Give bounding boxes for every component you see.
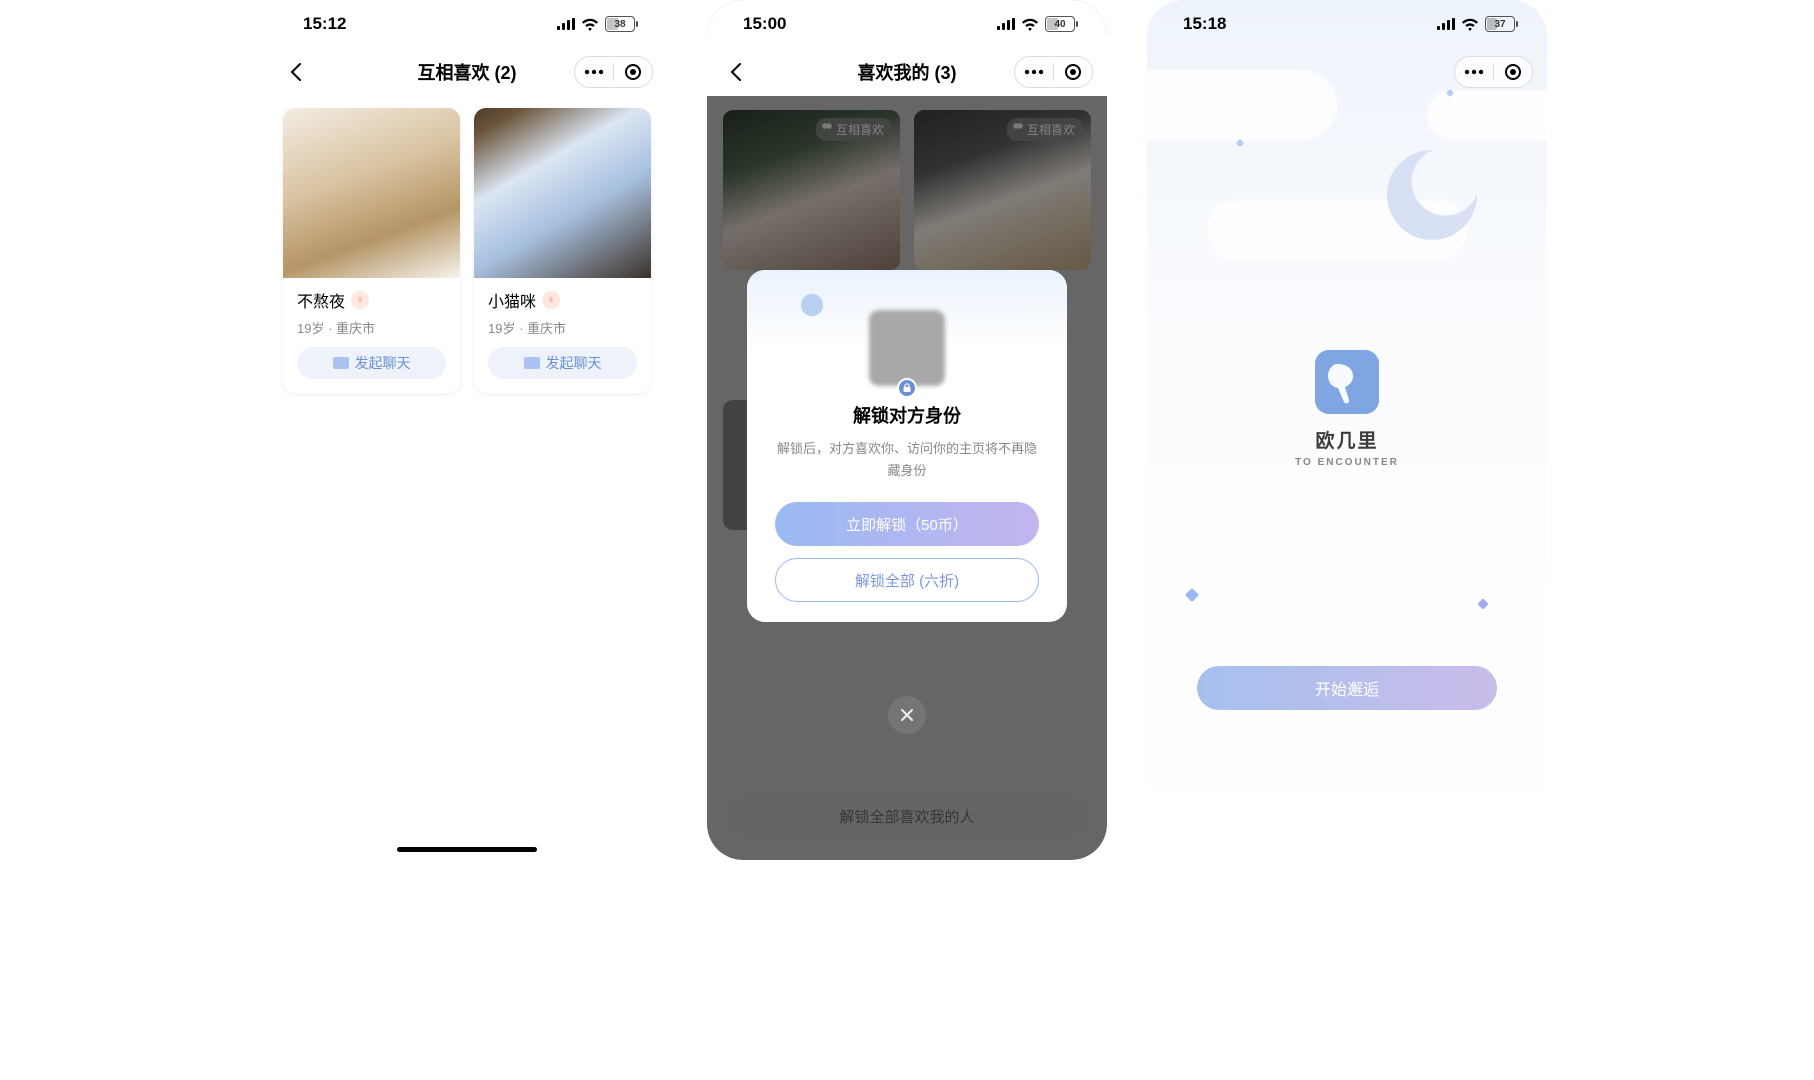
- lock-icon: [897, 378, 917, 398]
- mini-program-actions: [1454, 56, 1533, 88]
- chat-icon: [524, 357, 540, 369]
- battery-icon: 37: [1485, 16, 1515, 32]
- user-name: 小猫咪: [488, 288, 536, 312]
- close-miniprogram-button[interactable]: [1494, 57, 1532, 87]
- modal-title: 解锁对方身份: [747, 402, 1067, 428]
- battery-icon: 38: [605, 16, 635, 32]
- close-miniprogram-button[interactable]: [614, 57, 652, 87]
- start-label: 开始邂逅: [1315, 676, 1379, 700]
- user-name: 不熬夜: [297, 288, 345, 312]
- mutual-like-tag: 互相喜欢: [816, 118, 892, 141]
- status-bar: 15:12 38: [267, 0, 667, 48]
- status-time: 15:00: [743, 14, 786, 34]
- start-chat-button[interactable]: 发起聊天: [488, 347, 637, 379]
- nav-bar: 喜欢我的 (3): [707, 48, 1107, 96]
- back-button[interactable]: [721, 57, 751, 87]
- close-modal-button[interactable]: [888, 696, 926, 734]
- app-subtitle: TO ENCOUNTER: [1295, 457, 1399, 468]
- nav-bar: [1147, 48, 1547, 96]
- back-button[interactable]: [281, 57, 311, 87]
- battery-icon: 40: [1045, 16, 1075, 32]
- unlock-now-label: 立即解锁（50币）: [846, 514, 968, 535]
- close-miniprogram-button[interactable]: [1054, 57, 1092, 87]
- wifi-icon: [581, 18, 599, 31]
- gender-female-icon: ♀: [351, 291, 369, 309]
- gender-female-icon: ♀: [542, 291, 560, 309]
- mini-program-actions: [1014, 56, 1093, 88]
- more-button[interactable]: [575, 57, 613, 87]
- user-photo: [283, 108, 460, 278]
- screen-likes-me: 15:00 40 喜欢我的 (3): [707, 0, 1107, 860]
- chat-label: 发起聊天: [355, 353, 411, 373]
- app-logo-icon: [1315, 350, 1379, 414]
- wifi-icon: [1021, 18, 1039, 31]
- user-card[interactable]: 小猫咪 ♀ 19岁 · 重庆市 发起聊天: [474, 108, 651, 393]
- user-photo: [474, 108, 651, 278]
- home-indicator[interactable]: [397, 847, 537, 852]
- chat-icon: [333, 357, 349, 369]
- mutual-like-tag: 互相喜欢: [1007, 118, 1083, 141]
- user-card: 互相喜欢: [914, 110, 1091, 270]
- mini-program-actions: [574, 56, 653, 88]
- unlock-all-label: 解锁全部 (六折): [855, 570, 959, 591]
- user-card: 互相喜欢: [723, 110, 900, 270]
- start-chat-button[interactable]: 发起聊天: [297, 347, 446, 379]
- user-card[interactable]: 不熬夜 ♀ 19岁 · 重庆市 发起聊天: [283, 108, 460, 393]
- background-cards: 互相喜欢 互相喜欢: [723, 110, 1091, 270]
- status-bar: 15:00 40: [707, 0, 1107, 48]
- user-meta: 19岁 · 重庆市: [297, 318, 446, 337]
- start-encounter-button[interactable]: 开始邂逅: [1197, 666, 1497, 710]
- status-time: 15:12: [303, 14, 346, 34]
- unlock-all-button[interactable]: 解锁全部 (六折): [775, 558, 1039, 602]
- chat-label: 发起聊天: [546, 353, 602, 373]
- cellular-signal-icon: [557, 18, 575, 30]
- screen-splash: 15:18 37 欧几里: [1147, 0, 1547, 860]
- unlock-modal: 解锁对方身份 解锁后，对方喜欢你、访问你的主页将不再隐藏身份 立即解锁（50币）…: [747, 270, 1067, 622]
- modal-desc: 解锁后，对方喜欢你、访问你的主页将不再隐藏身份: [775, 438, 1039, 482]
- unlock-all-bottom-label: 解锁全部喜欢我的人: [839, 806, 974, 827]
- app-name: 欧几里: [1315, 426, 1378, 453]
- more-button[interactable]: [1015, 57, 1053, 87]
- cellular-signal-icon: [997, 18, 1015, 30]
- screen-mutual-likes: 15:12 38 互相喜欢 (2): [267, 0, 667, 860]
- app-branding: 欧几里 TO ENCOUNTER: [1147, 350, 1547, 468]
- locked-avatar: [869, 310, 945, 386]
- user-meta: 19岁 · 重庆市: [488, 318, 637, 337]
- more-button[interactable]: [1455, 57, 1493, 87]
- nav-bar: 互相喜欢 (2): [267, 48, 667, 96]
- card-grid: 不熬夜 ♀ 19岁 · 重庆市 发起聊天 小猫咪 ♀ 19岁 · 重庆市: [267, 96, 667, 405]
- moon-icon: [1387, 150, 1477, 240]
- unlock-now-button[interactable]: 立即解锁（50币）: [775, 502, 1039, 546]
- unlock-all-bottom-button[interactable]: 解锁全部喜欢我的人: [723, 794, 1091, 838]
